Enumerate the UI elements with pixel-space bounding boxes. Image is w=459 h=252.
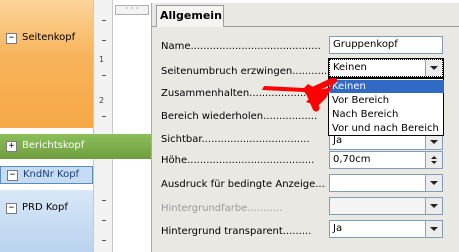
visible-label: Sichtbar................................…: [161, 134, 310, 145]
bg-transparent-label: Hintergrund transparent.........: [161, 226, 312, 237]
dropdown-option[interactable]: Keinen: [330, 80, 444, 93]
visible-select[interactable]: Ja: [329, 134, 443, 150]
height-value: 0,70cm: [333, 154, 371, 165]
condition-select[interactable]: [329, 174, 443, 192]
pagebreak-select[interactable]: Keinen: [328, 58, 444, 78]
vertical-ruler: 1 2: [93, 0, 113, 252]
tab-allgemein[interactable]: Allgemein: [156, 5, 224, 27]
section-prd-kopf[interactable]: − PRD Kopf: [0, 190, 93, 252]
collapse-toggle-icon[interactable]: −: [6, 33, 17, 44]
red-annotation-arrow-icon: [262, 78, 338, 112]
spin-down-icon[interactable]: [431, 161, 437, 164]
section-label: Seitenkopf: [22, 32, 76, 43]
scroll-handle[interactable]: · · ·: [115, 5, 149, 15]
section-label: KndNr Kopf: [23, 169, 80, 180]
section-label: PRD Kopf: [22, 202, 68, 213]
condition-label: Ausdruck für bedingte Anzeige....: [161, 179, 326, 190]
name-field[interactable]: Gruppenkopf: [329, 36, 443, 54]
bg-transparent-select[interactable]: Ja: [329, 220, 443, 238]
visible-value: Ja: [333, 135, 343, 146]
collapse-toggle-icon[interactable]: −: [7, 170, 18, 181]
chevron-down-icon[interactable]: [425, 135, 442, 149]
bgcolor-label: Hintergrundfarbe...........: [161, 203, 283, 214]
pagebreak-dropdown-list[interactable]: Keinen Vor Bereich Nach Bereich Vor und …: [328, 78, 444, 136]
bg-transparent-value: Ja: [333, 223, 343, 234]
collapse-toggle-icon[interactable]: −: [6, 203, 17, 214]
expand-toggle-icon[interactable]: +: [6, 141, 17, 152]
name-label: Name....................................…: [161, 41, 321, 52]
dropdown-option[interactable]: Nach Bereich: [330, 108, 444, 121]
section-kndnr-kopf[interactable]: − KndNr Kopf: [0, 166, 93, 184]
height-label: Höhe....................................…: [161, 155, 315, 166]
height-spinbox[interactable]: 0,70cm: [329, 151, 443, 169]
section-seitenkopf[interactable]: − Seitenkopf: [0, 0, 93, 128]
pagebreak-label: Seitenumbruch erzwingen...............: [161, 66, 326, 77]
ruler-label: 1: [99, 55, 105, 64]
dropdown-option[interactable]: Vor und nach Bereich: [330, 122, 444, 135]
chevron-down-icon: [425, 198, 442, 214]
ruler-label: 2: [99, 96, 105, 105]
bgcolor-select: [329, 197, 443, 215]
section-label: Berichtskopf: [22, 140, 85, 151]
dropdown-option[interactable]: Vor Bereich: [330, 94, 444, 107]
pagebreak-value: Keinen: [333, 62, 367, 73]
repeat-section-label: Bereich wiederholen.................: [161, 111, 318, 122]
spin-up-icon[interactable]: [431, 156, 437, 159]
chevron-down-icon[interactable]: [425, 60, 442, 76]
chevron-down-icon[interactable]: [425, 221, 442, 237]
spin-button[interactable]: [425, 152, 442, 168]
chevron-down-icon[interactable]: [425, 175, 442, 191]
